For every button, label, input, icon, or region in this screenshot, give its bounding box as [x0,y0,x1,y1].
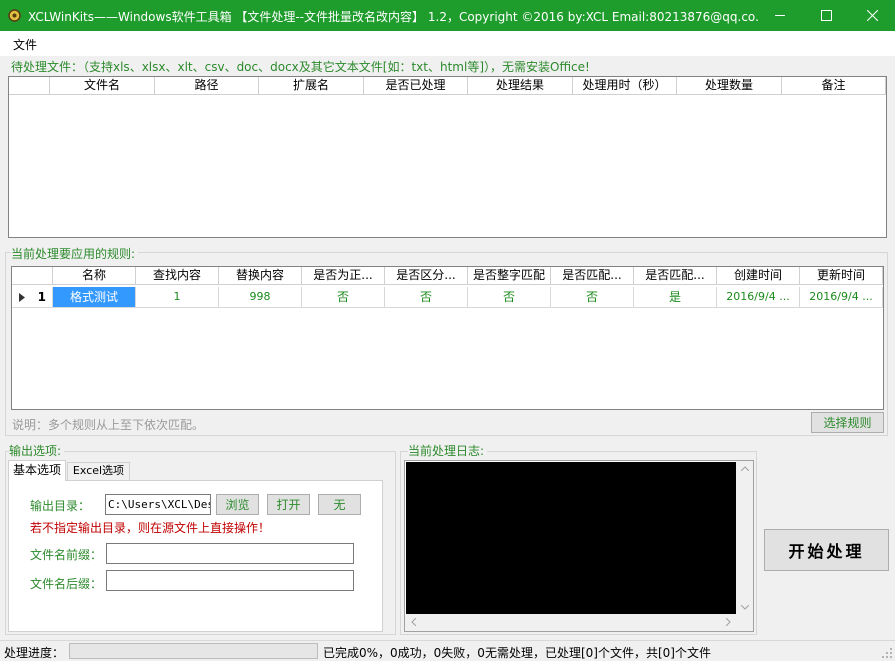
window-title: XCLWinKits——Windows软件工具箱 【文件处理--文件批量改名改内… [28,10,758,24]
rules-grid-header: 名称 查找内容 替换内容 是否为正... 是否区分... 是否整字匹配 是否匹配… [12,267,883,285]
column-header[interactable]: 替换内容 [219,267,302,285]
tab-excel-options[interactable]: Excel选项 [67,462,130,480]
rule-replace-cell[interactable]: 998 [219,287,302,308]
column-header[interactable]: 是否匹配... [551,267,634,285]
chevron-up-icon [741,466,749,471]
resize-grip-icon[interactable] [881,647,893,659]
column-header[interactable]: 扩展名 [259,77,364,95]
open-button[interactable]: 打开 [267,494,310,515]
row-header[interactable]: 1 [12,287,53,308]
log-vertical-scrollbar[interactable] [736,461,753,615]
select-rules-button[interactable]: 选择规则 [811,412,884,433]
column-header[interactable]: 处理用时（秒） [573,77,677,95]
app-logo-icon [8,9,21,22]
column-header[interactable]: 文件名 [50,77,155,95]
rule-case-cell[interactable]: 否 [385,287,468,308]
start-processing-button[interactable]: 开始处理 [764,529,889,571]
column-header[interactable]: 是否整字匹配 [468,267,551,285]
column-header[interactable]: 查找内容 [136,267,219,285]
filename-suffix-input[interactable] [106,570,354,591]
rule-find-cell[interactable]: 1 [136,287,219,308]
filename-prefix-label: 文件名前缀： [30,548,103,562]
progress-bar [69,643,318,659]
rule-created-cell[interactable]: 2016/9/4 ... [717,287,800,308]
menu-file[interactable]: 文件 [8,36,42,53]
rule-updated-cell[interactable]: 2016/9/4 ... [800,287,883,308]
rules-grid[interactable]: 名称 查找内容 替换内容 是否为正... 是否区分... 是否整字匹配 是否匹配… [11,266,884,410]
files-grid-header: 文件名 路径 扩展名 是否已处理 处理结果 处理用时（秒） 处理数量 备注 [9,77,886,95]
column-header[interactable]: 是否已处理 [364,77,468,95]
files-grid-corner [9,77,50,95]
log-textarea[interactable] [404,460,754,632]
close-button[interactable] [849,0,895,31]
log-output [406,462,736,614]
filename-suffix-label: 文件名后缀： [30,577,103,591]
column-header[interactable]: 是否为正... [302,267,385,285]
rules-hint: 说明：多个规则从上至下依次匹配。 [12,418,205,432]
log-section-label: 当前处理日志: [408,442,488,459]
output-dir-warning: 若不指定输出目录，则在源文件上直接操作！ [30,521,271,535]
chevron-right-icon [726,618,731,626]
column-header[interactable]: 备注 [782,77,886,95]
log-horizontal-scrollbar[interactable] [405,614,753,631]
column-header[interactable]: 处理结果 [468,77,573,95]
progress-label: 处理进度： [4,646,65,660]
status-bar: 处理进度： 已完成0%，0成功，0失败，0无需处理，已处理[0]个文件，共[0]… [0,640,895,661]
rules-section-label: 当前处理要应用的规则: [11,245,139,262]
column-header[interactable]: 更新时间 [800,267,883,285]
clear-dir-button[interactable]: 无 [318,494,361,515]
menu-bar: 文件 [0,31,895,56]
output-section-label: 输出选项: [9,442,65,459]
status-message: 已完成0%，0成功，0失败，0无需处理，已处理[0]个文件，共[0]个文件 [323,646,711,660]
filename-prefix-input[interactable] [106,543,354,564]
output-dir-label: 输出目录： [30,499,91,513]
files-grid[interactable]: 文件名 路径 扩展名 是否已处理 处理结果 处理用时（秒） 处理数量 备注 [8,76,887,238]
minimize-button[interactable] [757,0,803,31]
files-section-label: 待处理文件：（支持xls、xlsx、xlt、csv、doc、docx及其它文本文… [11,60,590,74]
close-icon [866,10,878,21]
browse-button[interactable]: 浏览 [216,494,259,515]
column-header[interactable]: 是否匹配... [634,267,717,285]
chevron-down-icon [741,605,749,610]
rule-match-cell[interactable]: 否 [551,287,634,308]
rules-grid-corner [12,267,53,285]
rule-match-cell[interactable]: 是 [634,287,717,308]
column-header[interactable]: 处理数量 [677,77,782,95]
table-row[interactable]: 1 格式测试 1 998 否 否 否 否 是 2016/9/4 ... 2016… [12,287,883,308]
title-bar: XCLWinKits——Windows软件工具箱 【文件处理--文件批量改名改内… [0,0,895,31]
maximize-button[interactable] [803,0,849,31]
rule-whole-word-cell[interactable]: 否 [468,287,551,308]
rule-regex-cell[interactable]: 否 [302,287,385,308]
chevron-left-icon [411,618,416,626]
tab-basic-options[interactable]: 基本选项 [8,460,66,481]
maximize-icon [820,10,832,21]
output-dir-input[interactable]: C:\Users\XCL\Des [105,494,211,515]
minimize-icon [774,15,785,16]
rule-name-cell[interactable]: 格式测试 [53,287,136,308]
column-header[interactable]: 路径 [155,77,259,95]
column-header[interactable]: 名称 [53,267,136,285]
current-row-arrow-icon [19,293,25,302]
column-header[interactable]: 创建时间 [717,267,800,285]
column-header[interactable]: 是否区分... [385,267,468,285]
row-index: 1 [37,290,46,304]
